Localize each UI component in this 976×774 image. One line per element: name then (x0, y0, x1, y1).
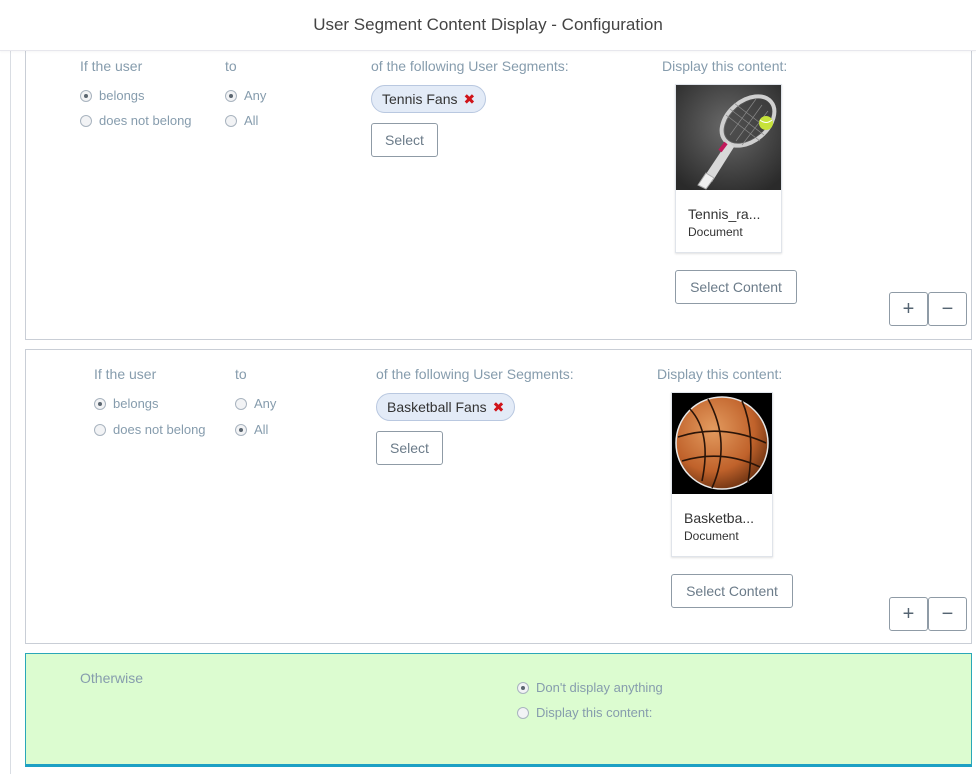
to-label: to (225, 58, 237, 74)
rule-panel-1: If the user belongs does not belong to A… (25, 40, 972, 340)
radio-label: All (244, 113, 259, 128)
to-label: to (235, 366, 247, 382)
segment-chip-label: Tennis Fans (382, 91, 458, 107)
segment-chip-label: Basketball Fans (387, 399, 487, 415)
radio-label: belongs (99, 88, 145, 103)
radio-dot (94, 423, 106, 436)
radio-dot (94, 397, 106, 410)
if-user-label: If the user (80, 58, 143, 74)
radio-label: All (254, 422, 269, 437)
add-rule-button[interactable]: + (889, 597, 928, 631)
segments-label: of the following User Segments: (371, 58, 569, 74)
radio-dot (235, 423, 247, 436)
radio-label: Display this content: (536, 705, 653, 720)
rule-panel-2: If the user belongs does not belong to A… (25, 349, 972, 644)
radio-display-content[interactable]: Display this content: (517, 705, 652, 720)
radio-dot (80, 114, 92, 127)
segment-chip: Basketball Fans ✖ (376, 393, 516, 421)
radio-label: Any (244, 88, 267, 103)
radio-any[interactable]: Any (235, 396, 276, 411)
if-user-label: If the user (94, 366, 157, 382)
radio-does-not-belong[interactable]: does not belong (94, 422, 206, 437)
basketball-image (672, 393, 772, 494)
content-name: Basketba... (684, 510, 755, 526)
display-content-label: Display this content: (662, 58, 788, 74)
radio-label: belongs (113, 396, 159, 411)
radio-any[interactable]: Any (225, 88, 266, 103)
radio-dot (517, 706, 529, 719)
radio-label: does not belong (113, 422, 206, 437)
remove-icon[interactable]: ✖ (463, 91, 475, 108)
radio-dont-display[interactable]: Don't display anything (517, 680, 663, 695)
radio-dot (235, 397, 247, 410)
content-card[interactable]: Tennis_ra... Document (675, 84, 782, 253)
add-rule-button[interactable]: + (889, 292, 928, 326)
radio-label: Don't display anything (536, 680, 663, 695)
select-segment-button[interactable]: Select (376, 431, 443, 465)
radio-dot (517, 681, 529, 694)
segments-label: of the following User Segments: (376, 366, 574, 382)
select-segment-button[interactable]: Select (371, 123, 438, 157)
select-content-button[interactable]: Select Content (671, 574, 793, 608)
radio-belongs[interactable]: belongs (80, 88, 145, 103)
content-card[interactable]: Basketba... Document (671, 392, 773, 557)
radio-belongs[interactable]: belongs (94, 396, 159, 411)
radio-dot (225, 89, 237, 102)
segment-chip: Tennis Fans ✖ (371, 85, 487, 113)
page-title: User Segment Content Display - Configura… (313, 15, 663, 34)
radio-does-not-belong[interactable]: does not belong (80, 113, 192, 128)
remove-icon[interactable]: ✖ (493, 399, 505, 416)
otherwise-panel: Otherwise Don't display anything Display… (25, 653, 972, 767)
content-type: Document (684, 529, 739, 543)
radio-dot (225, 114, 237, 127)
content-name: Tennis_ra... (688, 206, 761, 222)
left-divider (10, 51, 11, 774)
radio-label: does not belong (99, 113, 192, 128)
content-type: Document (688, 225, 743, 239)
remove-rule-button[interactable]: − (928, 292, 967, 326)
radio-all[interactable]: All (225, 113, 258, 128)
display-content-label: Display this content: (657, 366, 783, 382)
radio-label: Any (254, 396, 277, 411)
window-title-bar: User Segment Content Display - Configura… (0, 0, 976, 51)
radio-all[interactable]: All (235, 422, 268, 437)
remove-rule-button[interactable]: − (928, 597, 967, 631)
tennis-racket-image (676, 85, 781, 190)
select-content-button[interactable]: Select Content (675, 270, 797, 304)
radio-dot (80, 89, 92, 102)
otherwise-label: Otherwise (80, 670, 144, 686)
